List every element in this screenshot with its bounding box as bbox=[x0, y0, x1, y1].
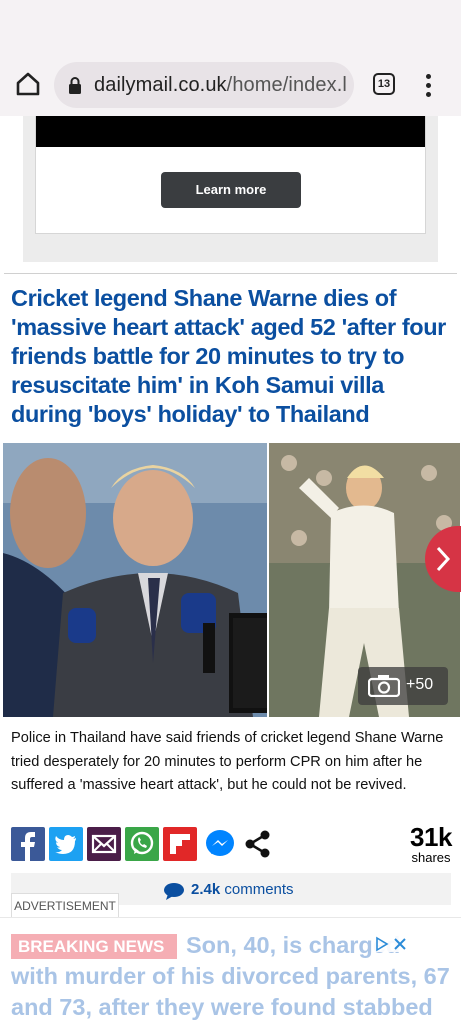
browser-toolbar: dailymail.co.uk/home/index.l 13 bbox=[0, 56, 461, 116]
home-icon[interactable] bbox=[14, 70, 42, 98]
url-path: /home/index.l bbox=[226, 74, 347, 96]
share-icon[interactable] bbox=[241, 827, 275, 861]
adchoices-icon[interactable] bbox=[373, 936, 409, 952]
ad-card: Learn more bbox=[35, 116, 426, 234]
comment-bubble-icon bbox=[163, 882, 185, 900]
share-count-label: shares bbox=[411, 850, 451, 865]
messenger-icon[interactable] bbox=[203, 827, 237, 861]
facebook-icon[interactable] bbox=[11, 827, 45, 861]
article-summary: Police in Thailand have said friends of … bbox=[11, 730, 444, 793]
breaking-news-tag: BREAKING NEWS bbox=[11, 934, 177, 959]
status-bar bbox=[0, 0, 461, 56]
gallery-count: +50 bbox=[406, 676, 434, 693]
url-text: dailymail.co.uk/home/index.l bbox=[94, 74, 347, 97]
menu-dots-icon[interactable] bbox=[420, 72, 436, 98]
ad-image[interactable] bbox=[36, 116, 425, 147]
comments-count: 2.4k bbox=[191, 881, 221, 898]
photo-warne-interview bbox=[3, 443, 319, 717]
breaking-news-banner[interactable]: Son, 40, is charged with murder of his d… bbox=[0, 917, 461, 1024]
email-icon[interactable] bbox=[87, 827, 121, 861]
comments-label: comments bbox=[224, 881, 294, 898]
ad-container: Learn more bbox=[23, 116, 438, 262]
share-count: 31k shares bbox=[401, 823, 461, 865]
camera-icon bbox=[367, 675, 401, 702]
gallery-button[interactable]: +50 bbox=[358, 667, 448, 705]
divider bbox=[4, 273, 457, 274]
article-headline[interactable]: Cricket legend Shane Warne dies of 'mass… bbox=[11, 284, 451, 429]
learn-more-button[interactable]: Learn more bbox=[161, 172, 301, 208]
twitter-icon[interactable] bbox=[49, 827, 83, 861]
tab-switcher-button[interactable]: 13 bbox=[373, 73, 395, 95]
flipboard-icon[interactable] bbox=[163, 827, 197, 861]
url-bar[interactable]: dailymail.co.uk/home/index.l bbox=[54, 62, 354, 108]
advertisement-label: ADVERTISEMENT bbox=[11, 893, 119, 917]
url-domain: dailymail.co.uk bbox=[94, 74, 227, 96]
share-bar: 31k shares bbox=[11, 823, 452, 865]
lock-icon bbox=[68, 76, 82, 94]
next-image-button[interactable] bbox=[425, 526, 461, 592]
whatsapp-icon[interactable] bbox=[125, 827, 159, 861]
share-count-number: 31k bbox=[410, 822, 452, 852]
